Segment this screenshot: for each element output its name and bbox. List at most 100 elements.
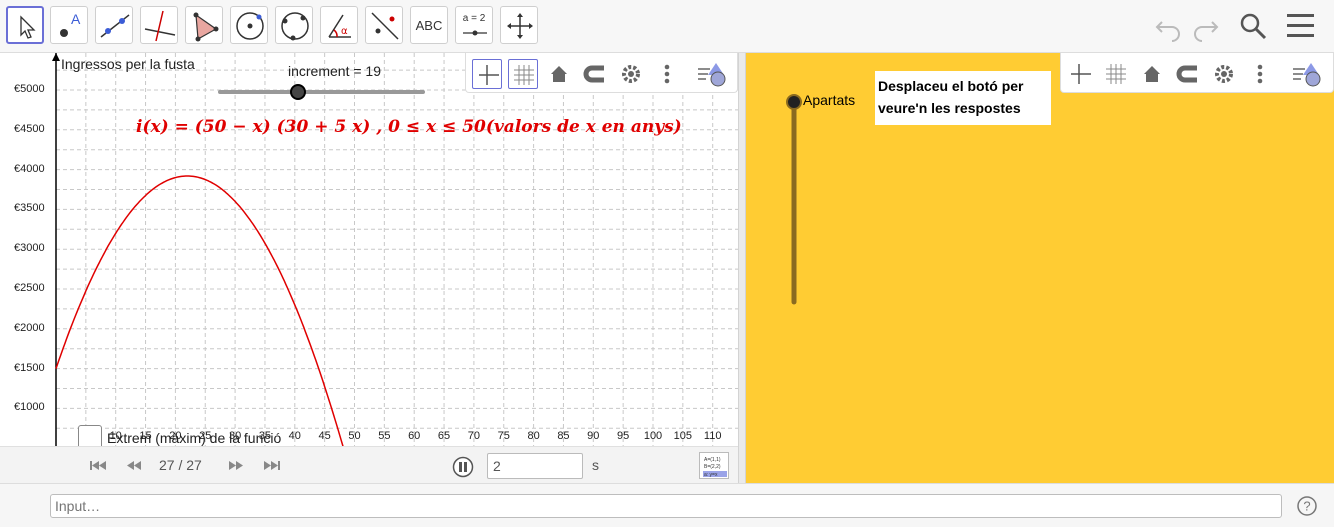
point-tool-button[interactable]: A [50, 6, 88, 44]
speed-input[interactable]: 2 [487, 453, 583, 479]
svg-text:A: A [71, 11, 81, 27]
main-toolbar: A α ABC a = 2 [0, 0, 1334, 53]
perpendicular-line-icon [144, 10, 176, 42]
y-tick-label: €4500 [14, 122, 45, 135]
move-graphics-tool-button[interactable] [500, 6, 538, 44]
x-tick-label: 110 [703, 430, 722, 442]
x-tick-label: 50 [348, 430, 361, 442]
graphics-canvas[interactable] [0, 53, 738, 446]
increment-slider-label: increment = 19 [288, 63, 381, 79]
polygon-icon [193, 12, 219, 42]
extrem-checkbox-label: Extrem (màxim) de la funció [107, 430, 282, 446]
slider-tool-button[interactable]: a = 2 [455, 6, 493, 44]
y-tick-label: €4000 [14, 162, 45, 175]
graphics-view-2[interactable]: Apartats Desplaceu el botó per veure'n l… [746, 53, 1334, 483]
toggle-axes-button[interactable] [472, 59, 502, 89]
axes-icon [479, 65, 499, 85]
y-tick-label: €3500 [14, 202, 45, 215]
input-field[interactable] [50, 494, 1282, 518]
function-curve[interactable] [55, 175, 344, 446]
main-menu-button[interactable] [1286, 10, 1318, 42]
perpendicular-tool-button[interactable] [140, 6, 178, 44]
frame-counter: 27 / 27 [159, 457, 202, 473]
increment-slider-handle[interactable] [290, 84, 306, 100]
home-view-button[interactable] [544, 59, 574, 89]
more-options-button-2[interactable] [1245, 59, 1275, 89]
help-icon[interactable]: ? [1296, 495, 1318, 517]
text-tool-button[interactable]: ABC [410, 6, 448, 44]
toggle-grid-button-2[interactable] [1101, 59, 1131, 89]
extrem-checkbox[interactable] [78, 425, 102, 446]
more-vert-icon [1257, 64, 1263, 84]
next-frame-icon[interactable] [229, 461, 243, 470]
graphics-view-1[interactable]: €5000 €4500 €4000 €3500 €3000 €2500 €2000 €1500… [0, 53, 738, 446]
redo-icon [1194, 21, 1219, 42]
last-frame-icon[interactable] [264, 461, 280, 470]
redo-button[interactable] [1190, 10, 1222, 42]
view-style-button-2[interactable] [1291, 59, 1321, 89]
move-arrow-icon [20, 15, 36, 39]
text-tool-icon: ABC [415, 17, 443, 33]
speed-unit: s [592, 457, 599, 473]
y-tick-label: €1000 [14, 401, 45, 414]
grid-icon [514, 65, 534, 85]
line-tool-button[interactable] [95, 6, 133, 44]
input-bar: ? [0, 483, 1334, 527]
graphics1-style-bar [465, 53, 738, 93]
more-vert-icon [664, 64, 670, 84]
grid-icon [1106, 64, 1126, 84]
x-tick-label: 85 [557, 430, 570, 442]
snap-button-2[interactable] [1173, 59, 1203, 89]
view-style-button[interactable] [696, 59, 726, 89]
x-tick-label: 65 [437, 430, 451, 442]
search-button[interactable] [1238, 10, 1270, 42]
search-icon [1240, 13, 1267, 40]
animation-bar: 27 / 27 2 s A=(1,1) B=(2,2) a: y=x [0, 446, 738, 483]
y-tick-label: €5000 [14, 83, 45, 95]
svg-text:a: y=x: a: y=x [704, 472, 718, 478]
x-tick-label: 75 [497, 430, 510, 442]
home-view-button-2[interactable] [1137, 59, 1167, 89]
x-tick-label: 45 [318, 430, 331, 442]
line-icon [100, 14, 130, 38]
y-tick-label: €2500 [14, 282, 45, 294]
apartats-slider-handle[interactable] [786, 94, 802, 110]
move-graphics-view-icon [507, 13, 533, 39]
settings-button-2[interactable] [1209, 59, 1239, 89]
home-icon [1144, 66, 1160, 82]
menu-icon [1287, 14, 1314, 37]
angle-tool-button[interactable]: α [320, 6, 358, 44]
snap-button[interactable] [580, 59, 610, 89]
toggle-grid-button[interactable] [508, 59, 538, 89]
more-options-button[interactable] [652, 59, 682, 89]
circle-three-points-icon [281, 12, 309, 41]
graphics2-style-bar [1060, 53, 1334, 93]
magnet-icon [583, 65, 604, 83]
settings-button[interactable] [616, 59, 646, 89]
undo-button[interactable] [1152, 10, 1184, 42]
circle-three-points-tool-button[interactable] [275, 6, 313, 44]
y-tick-label: €1500 [14, 361, 45, 374]
animation-controls [90, 456, 474, 478]
shapes-style-icon [1293, 63, 1321, 87]
algebra-toggle-button[interactable]: A=(1,1) B=(2,2) a: y=x [699, 452, 729, 479]
y-tick-label: €2000 [14, 321, 45, 334]
shapes-style-icon [698, 63, 726, 87]
magnet-icon [1176, 65, 1197, 83]
toggle-axes-button-2[interactable] [1065, 59, 1095, 89]
view-divider[interactable] [738, 53, 746, 483]
pause-button[interactable] [452, 456, 474, 478]
gear-icon [1215, 65, 1233, 83]
previous-frame-icon[interactable] [127, 461, 141, 470]
reflect-tool-button[interactable] [365, 6, 403, 44]
polygon-tool-button[interactable] [185, 6, 223, 44]
first-frame-icon[interactable] [90, 461, 106, 470]
circle-center-point-icon [236, 12, 264, 40]
move-tool-button[interactable] [6, 6, 44, 44]
circle-center-tool-button[interactable] [230, 6, 268, 44]
instruction-note: Desplaceu el botó per veure'n les respos… [875, 71, 1051, 125]
x-tick-label: 90 [587, 430, 600, 442]
axes-icon [1071, 64, 1091, 84]
gear-icon [622, 65, 640, 83]
x-tick-label: 55 [378, 430, 391, 442]
